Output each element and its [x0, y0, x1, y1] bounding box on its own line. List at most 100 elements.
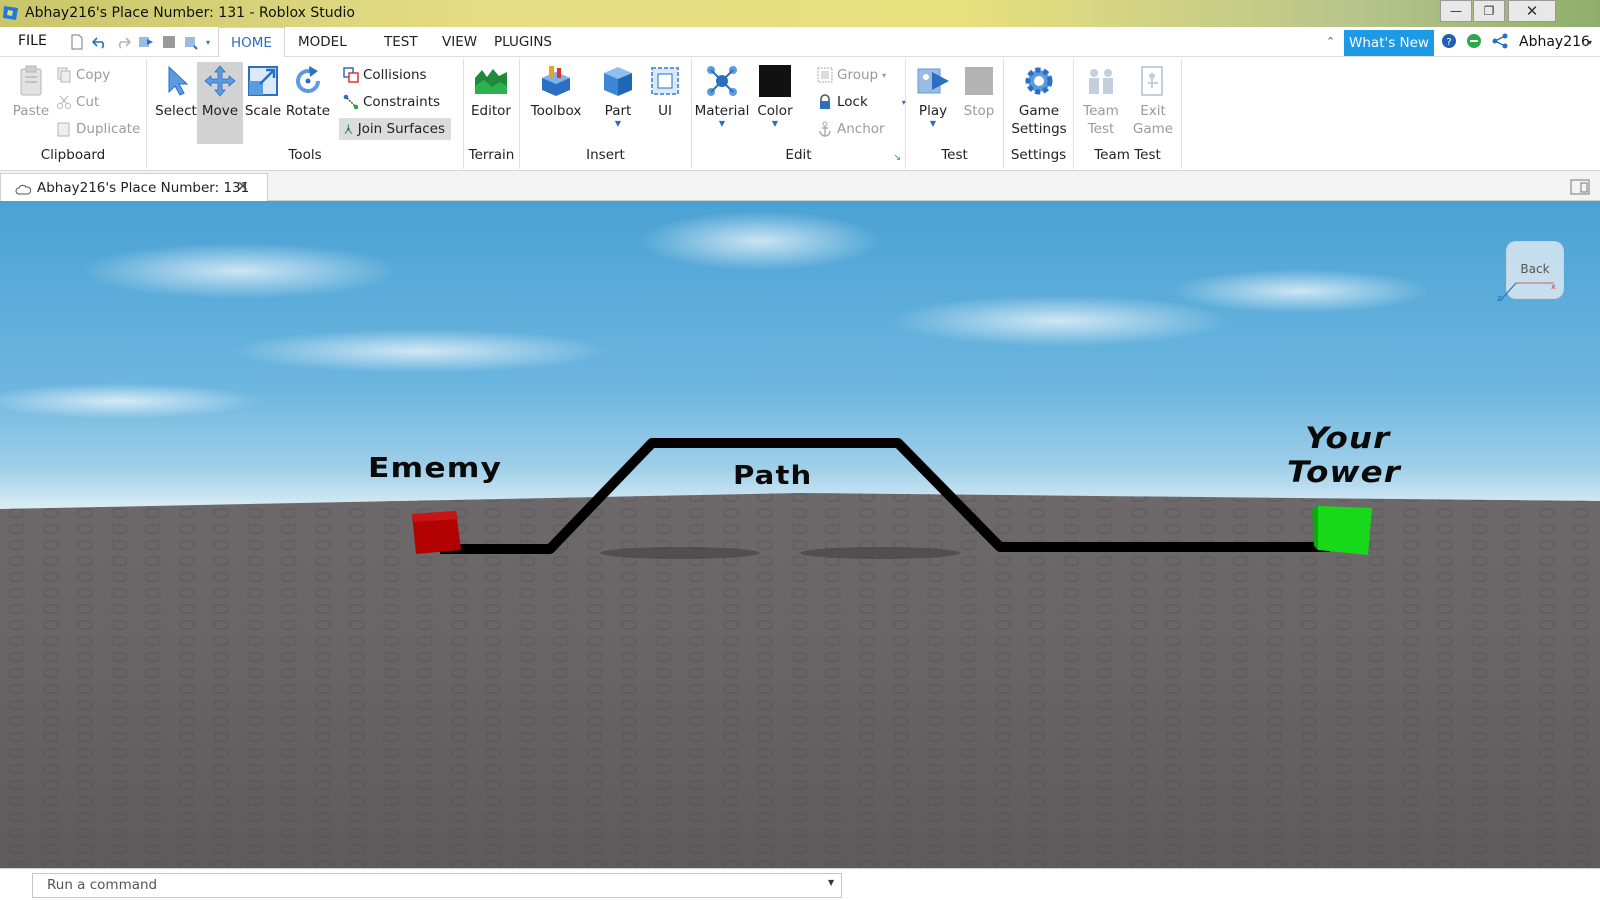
play-icon [917, 68, 949, 94]
lock-button[interactable]: Lock ▾ [817, 91, 906, 113]
exit-game-label-line2: Game [1132, 121, 1174, 137]
paste-button[interactable]: Paste [8, 62, 54, 120]
anchor-button[interactable]: Anchor [817, 118, 885, 140]
anchor-icon [819, 121, 831, 137]
color-button[interactable]: Color ▼ [752, 62, 798, 128]
document-tab-strip: Abhay216's Place Number: 131 ✕ [0, 171, 1600, 202]
play-dropdown-icon[interactable]: ▼ [910, 120, 956, 128]
stop-label: Stop [963, 103, 995, 119]
join-surfaces-toggle[interactable]: Join Surfaces [339, 118, 451, 140]
enemy-label: Ememy [368, 451, 503, 484]
command-input[interactable]: Run a command [32, 873, 842, 898]
title-bar: Abhay216's Place Number: 131 - Roblox St… [0, 0, 1600, 27]
color-dropdown-icon[interactable]: ▼ [752, 120, 798, 128]
team-test-group: Team Test Exit Game Team Test [1074, 59, 1182, 169]
rotate-icon [296, 66, 321, 94]
paste-icon [20, 65, 42, 96]
settings-group-label: Settings [1010, 147, 1067, 163]
help-icon[interactable]: ? [1441, 33, 1457, 49]
maximize-button[interactable]: ❐ [1473, 0, 1505, 22]
new-file-icon[interactable] [69, 34, 85, 50]
collapse-ribbon-icon[interactable]: ⌃ [1326, 35, 1335, 48]
redo-icon[interactable] [115, 34, 131, 50]
quick-access-dropdown-icon[interactable]: ▾ [206, 38, 210, 47]
device-emulator-icon[interactable] [1570, 178, 1590, 196]
play-label: Play [918, 103, 948, 119]
ribbon-toolbar: Paste Copy Cut Duplicate Clipboard Selec… [0, 57, 1600, 171]
undo-icon[interactable] [92, 34, 108, 50]
move-tool-button[interactable]: Move [197, 62, 243, 144]
file-menu[interactable]: FILE [18, 33, 47, 49]
toolbox-button[interactable]: Toolbox [528, 62, 584, 120]
copy-label: Copy [76, 67, 111, 83]
material-button[interactable]: Material ▼ [694, 62, 750, 128]
gear-icon [1025, 67, 1053, 95]
exit-game-button[interactable]: Exit Game [1130, 62, 1176, 138]
command-bar: Run a command ▼ [0, 868, 1600, 900]
copy-button[interactable]: Copy [56, 64, 110, 86]
team-test-button[interactable]: Team Test [1078, 62, 1124, 138]
collisions-toggle[interactable]: Collisions [343, 64, 427, 86]
part-button[interactable]: Part ▼ [595, 62, 641, 128]
user-dropdown-icon[interactable]: ▾ [1588, 38, 1592, 47]
play-button[interactable]: Play ▼ [910, 62, 956, 128]
tab-model[interactable]: MODEL [286, 27, 359, 57]
tab-home[interactable]: HOME [218, 27, 285, 58]
game-settings-button[interactable]: Game Settings [1008, 62, 1070, 138]
constraints-toggle[interactable]: Constraints [343, 91, 440, 113]
group-dropdown-icon[interactable]: ▾ [882, 71, 886, 80]
tower-label-line1: Your [1305, 421, 1391, 455]
copy-icon [57, 67, 71, 83]
cloud [80, 243, 400, 299]
stop-icon[interactable] [161, 34, 177, 50]
3d-viewport[interactable]: Ememy Path Your Tower Back z x [0, 201, 1600, 868]
lock-icon [820, 94, 830, 109]
close-tab-icon[interactable]: ✕ [237, 179, 249, 195]
tower-block[interactable] [1318, 506, 1372, 555]
lock-label: Lock [837, 94, 868, 110]
menu-bar: FILE ▾ HOME MODEL TEST VIEW PLUGINS ⌃ Wh… [0, 27, 1600, 58]
edit-settings-launcher-icon[interactable]: ↘ [893, 153, 901, 163]
tab-test[interactable]: TEST [372, 27, 430, 57]
tab-view[interactable]: VIEW [430, 27, 489, 57]
ui-button[interactable]: UI [642, 62, 688, 120]
tools-group-label: Tools [288, 147, 322, 163]
tab-plugins[interactable]: PLUGINS [482, 27, 564, 57]
rotate-label: Rotate [285, 103, 331, 119]
material-dropdown-icon[interactable]: ▼ [694, 120, 750, 128]
team-test-label-line2: Test [1087, 121, 1115, 137]
command-history-dropdown-icon[interactable]: ▼ [828, 878, 834, 887]
cloud [0, 383, 260, 419]
close-window-button[interactable]: ✕ [1508, 0, 1556, 22]
insert-group: Toolbox Part ▼ UI Insert [520, 59, 692, 169]
cloud [640, 211, 880, 271]
group-button[interactable]: Group ▾ [817, 64, 886, 86]
constraints-icon [343, 94, 359, 110]
terrain-group: Editor Terrain [464, 59, 520, 169]
part-dropdown-icon[interactable]: ▼ [595, 120, 641, 128]
stop-button[interactable]: Stop [956, 62, 1002, 120]
terrain-editor-button[interactable]: Editor [468, 62, 514, 120]
place-document-tab[interactable]: Abhay216's Place Number: 131 ✕ [0, 173, 268, 202]
quick-access-customize-icon[interactable] [184, 34, 200, 50]
play-here-icon[interactable] [138, 34, 154, 50]
svg-text:z: z [1497, 294, 1502, 303]
paste-label: Paste [12, 103, 50, 119]
insert-group-label: Insert [586, 147, 625, 163]
share-icon[interactable] [1492, 33, 1508, 49]
document-tab-title: Abhay216's Place Number: 131 [37, 180, 250, 196]
group-icon [817, 67, 833, 83]
scale-tool-button[interactable]: Scale [240, 62, 286, 120]
cloud [890, 295, 1230, 347]
color-swatch-icon [759, 65, 791, 97]
cut-button[interactable]: Cut [56, 91, 99, 113]
whats-new-button[interactable]: What's New [1344, 30, 1434, 56]
svg-text:?: ? [1446, 37, 1451, 48]
user-account-menu[interactable]: Abhay216 [1519, 34, 1590, 50]
select-tool-button[interactable]: Select [153, 62, 199, 120]
part-label: Part [604, 103, 632, 119]
minimize-button[interactable]: — [1440, 0, 1472, 22]
duplicate-button[interactable]: Duplicate [56, 118, 140, 140]
rotate-tool-button[interactable]: Rotate [285, 62, 331, 120]
status-icon[interactable] [1466, 33, 1482, 49]
